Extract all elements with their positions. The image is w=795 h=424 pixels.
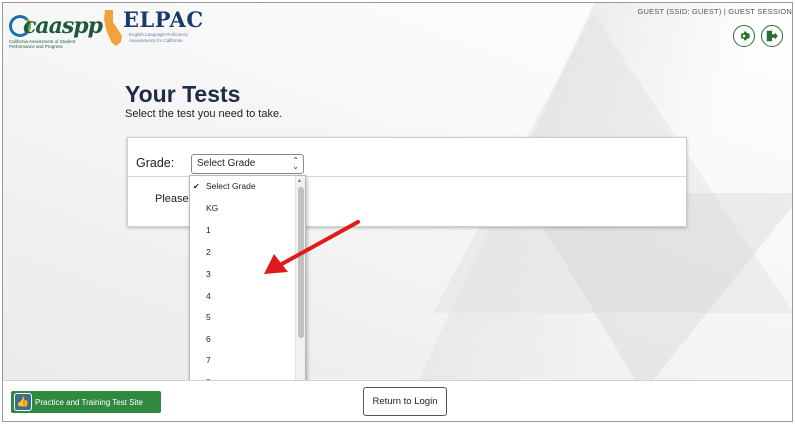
logout-icon [766,30,778,42]
grade-select-value: Select Grade [197,158,256,169]
grade-option[interactable]: 5 [190,307,296,328]
scroll-up-icon[interactable]: ▲ [297,178,302,184]
elpac-wordmark: ELPAC [123,7,204,32]
caaspp-subtext: California Assessment of Student Perform… [9,39,76,49]
logout-button[interactable] [761,25,783,47]
grade-dropdown-list[interactable]: ✔ Select Grade KG 1 2 3 4 5 6 7 8 9 ⌄ ▲ … [189,175,306,406]
grade-option[interactable]: 4 [190,286,296,307]
return-to-login-button[interactable]: Return to Login [363,387,447,416]
red-arrow-annotation [264,220,360,274]
checkmark-icon: ✔ [193,182,200,191]
app-window: caaspp California Assessment of Student … [2,2,793,422]
instruction-text: Please [155,193,189,205]
elpac-logo: ELPAC English Language Proficiency Asses… [103,7,213,51]
grade-option[interactable]: 6 [190,329,296,350]
grade-option[interactable]: 7 [190,350,296,371]
user-session-info: GUEST (SSID: GUEST) | GUEST SESSION [637,7,792,16]
grade-option[interactable]: KG [190,198,296,219]
footer-bar: 👍 Practice and Training Test Site Return… [3,380,792,421]
practice-site-label: Practice and Training Test Site [35,397,143,407]
caaspp-wordmark: caaspp [23,13,103,39]
gear-icon [740,31,751,41]
california-map-icon [104,10,122,46]
grade-option[interactable]: ✔ Select Grade [190,176,296,197]
practice-site-badge: 👍 Practice and Training Test Site [11,391,161,413]
elpac-subtext: English Language Proficiency Assessments… [129,32,189,43]
dropdown-scrollbar[interactable]: ▲ ▼ [295,176,305,405]
grade-label: Grade: [136,156,175,170]
caaspp-logo: caaspp California Assessment of Student … [9,9,103,51]
settings-button[interactable] [733,25,755,47]
page-subtitle: Select the test you need to take. [125,108,283,120]
page-title: Your Tests [125,81,241,107]
shield-thumbs-up-icon: 👍 [14,393,32,411]
grade-select[interactable]: Select Grade ⌃ ⌄ [191,154,304,174]
select-arrows-icon: ⌃ ⌄ [292,156,299,171]
